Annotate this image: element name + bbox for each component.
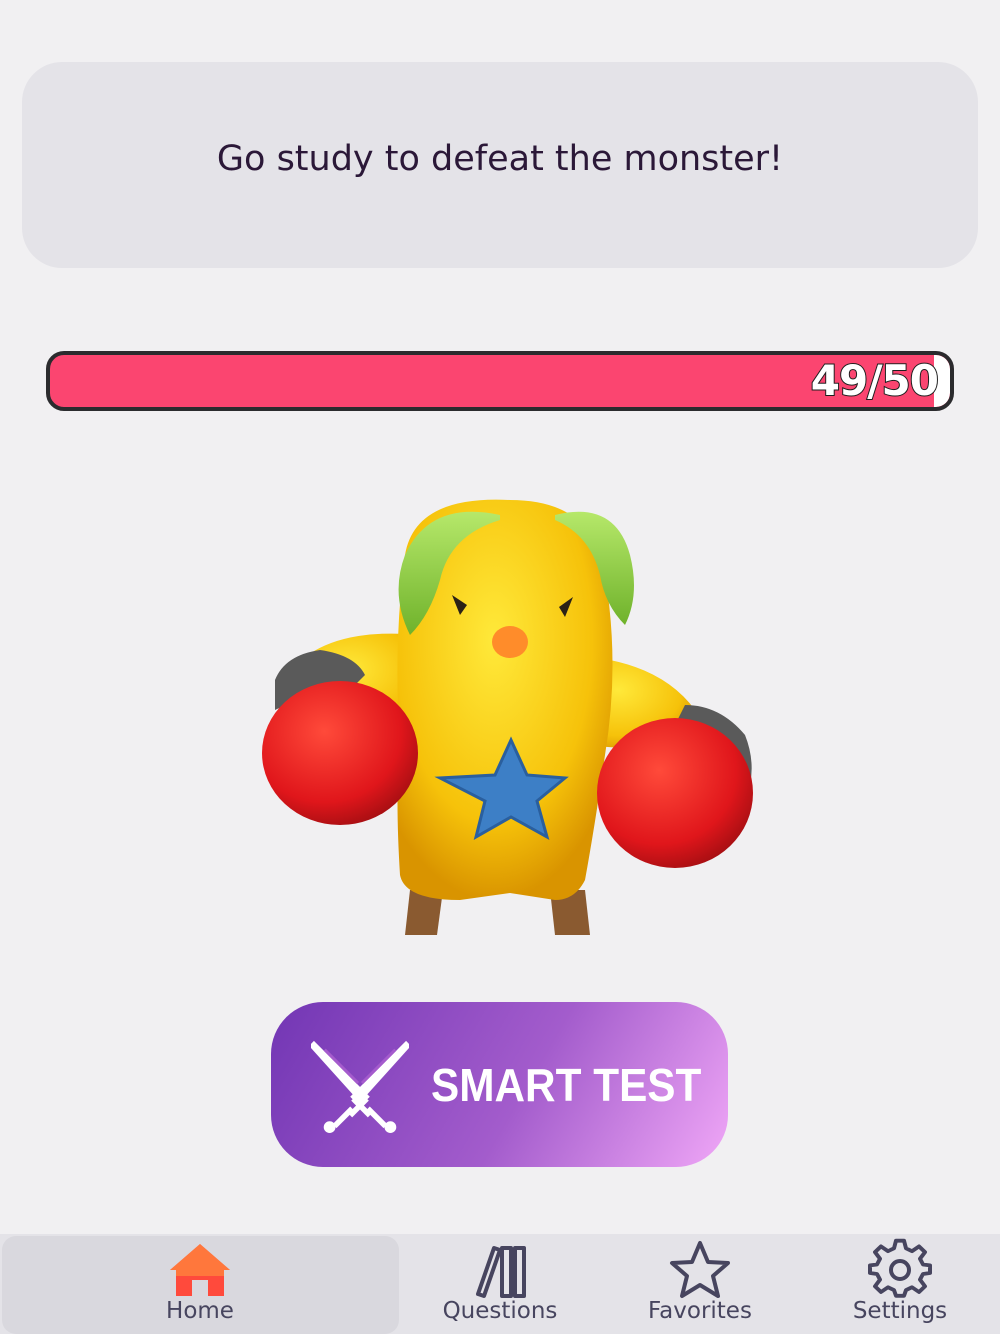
crossed-swords-icon [311,1040,409,1134]
message-card: Go study to defeat the monster! [22,62,978,268]
tab-favorites[interactable]: Favorites [600,1234,800,1334]
home-icon [170,1244,230,1296]
message-text: Go study to defeat the monster! [216,139,784,179]
tab-label-favorites: Favorites [648,1298,752,1324]
monster-health-bar: 49/50 [46,351,954,411]
tab-settings[interactable]: Settings [800,1234,1000,1334]
star-icon [670,1241,730,1298]
books-icon [476,1246,526,1298]
smart-test-button[interactable]: SMART TEST [271,1002,728,1167]
smart-test-label: SMART TEST [431,1059,702,1111]
tab-label-questions: Questions [442,1298,558,1324]
tab-label-home: Home [166,1298,234,1324]
tab-label-settings: Settings [852,1298,948,1324]
gear-icon [868,1238,932,1298]
health-count: 49/50 [810,355,940,406]
tab-questions[interactable]: Questions [400,1234,600,1334]
tab-home[interactable]: Home [100,1234,300,1334]
monster-image [262,499,753,935]
